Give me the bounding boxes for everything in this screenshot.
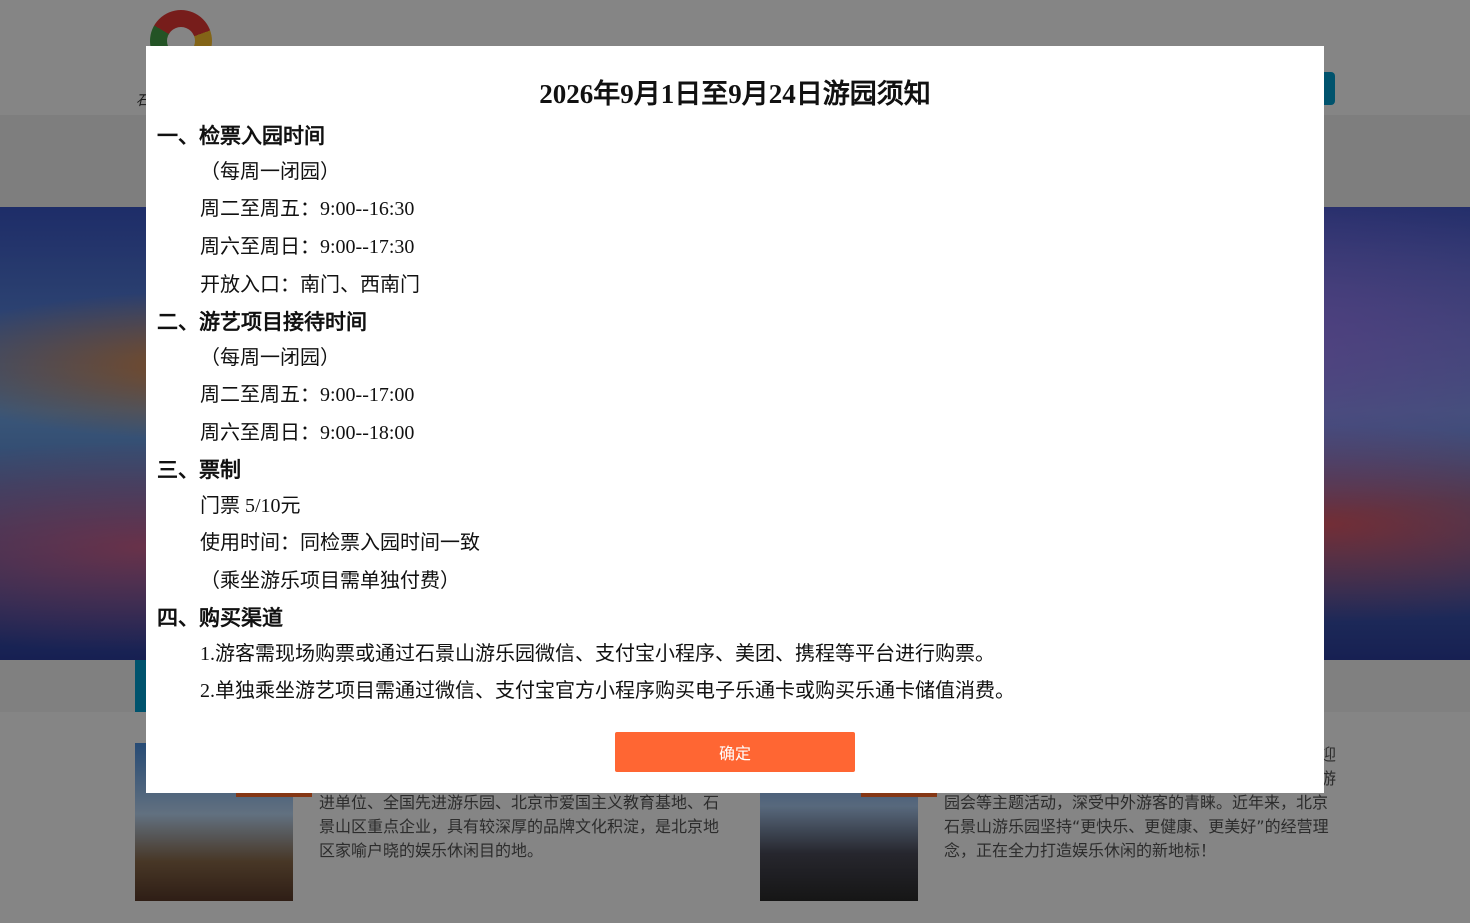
section-line: （每周一闭园） bbox=[200, 347, 340, 369]
visitor-notice-modal: 2026年9月1日至9月24日游园须知 一、检票入园时间 （每周一闭园） 周二至… bbox=[146, 46, 1324, 793]
section-heading: 四、购买渠道 bbox=[157, 606, 283, 630]
section-line: 使用时间：同检票入园时间一致 bbox=[200, 532, 480, 554]
notice-section: 三、票制 门票 5/10元 使用时间：同检票入园时间一致 （乘坐游乐项目需单独付… bbox=[157, 452, 1307, 600]
modal-title: 2026年9月1日至9月24日游园须知 bbox=[539, 79, 931, 109]
section-line: （乘坐游乐项目需单独付费） bbox=[200, 570, 460, 592]
section-heading: 一、检票入园时间 bbox=[157, 124, 325, 148]
section-line: 周二至周五：9:00--17:00 bbox=[200, 384, 415, 406]
section-line: 周二至周五：9:00--16:30 bbox=[200, 198, 415, 220]
section-line: （每周一闭园） bbox=[200, 161, 340, 183]
modal-body: 一、检票入园时间 （每周一闭园） 周二至周五：9:00--16:30 周六至周日… bbox=[157, 118, 1307, 710]
section-line: 周六至周日：9:00--18:00 bbox=[200, 422, 415, 444]
confirm-button[interactable]: 确定 bbox=[615, 732, 855, 772]
notice-section: 四、购买渠道 1.游客需现场购票或通过石景山游乐园微信、支付宝小程序、美团、携程… bbox=[157, 600, 1307, 710]
notice-section: 一、检票入园时间 （每周一闭园） 周二至周五：9:00--16:30 周六至周日… bbox=[157, 118, 1307, 304]
notice-section: 二、游艺项目接待时间 （每周一闭园） 周二至周五：9:00--17:00 周六至… bbox=[157, 304, 1307, 452]
section-line: 门票 5/10元 bbox=[200, 495, 301, 517]
section-line: 周六至周日：9:00--17:30 bbox=[200, 236, 415, 258]
section-line: 2.单独乘坐游艺项目需通过微信、支付宝官方小程序购买电子乐通卡或购买乐通卡储值消… bbox=[200, 680, 1015, 702]
section-heading: 二、游艺项目接待时间 bbox=[157, 310, 367, 334]
section-line: 1.游客需现场购票或通过石景山游乐园微信、支付宝小程序、美团、携程等平台进行购票… bbox=[200, 643, 995, 665]
section-heading: 三、票制 bbox=[157, 458, 241, 482]
section-line: 开放入口：南门、西南门 bbox=[200, 274, 420, 296]
